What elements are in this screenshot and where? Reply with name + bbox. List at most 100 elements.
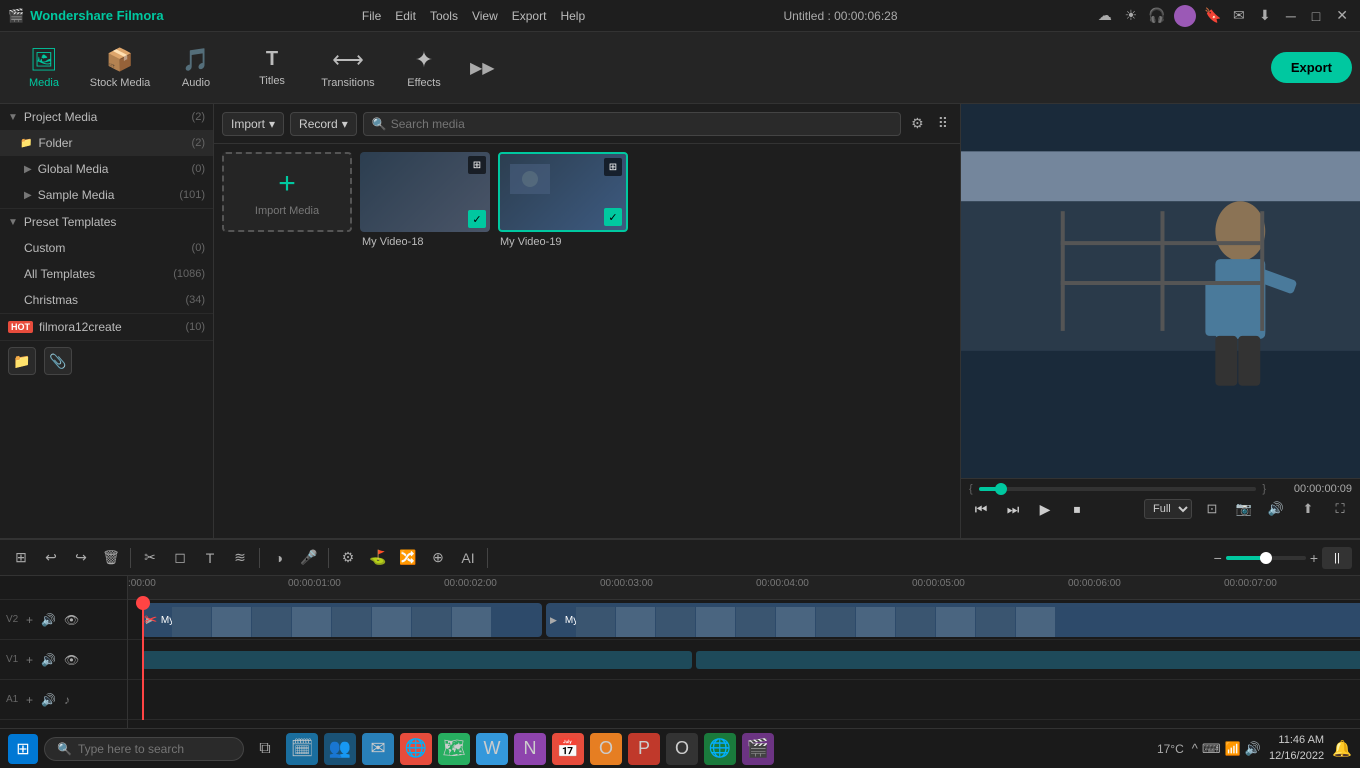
sidebar-item-filmora12[interactable]: HOT filmora12create (10) xyxy=(0,314,213,340)
delete-btn[interactable]: 🗑 xyxy=(98,545,124,571)
color-btn[interactable]: ◑ xyxy=(266,545,292,571)
sidebar-item-christmas[interactable]: Christmas (34) xyxy=(0,287,213,313)
sidebar-item-folder[interactable]: 📁 Folder (2) xyxy=(0,130,213,156)
track-a1-mute[interactable]: 🔊 xyxy=(39,691,58,709)
audio-clip-2[interactable] xyxy=(696,651,1360,669)
start-button[interactable]: ⊞ xyxy=(8,734,38,764)
menu-edit[interactable]: Edit xyxy=(395,9,416,23)
menu-view[interactable]: View xyxy=(472,9,498,23)
track-v1-add[interactable]: + xyxy=(24,651,35,669)
menu-tools[interactable]: Tools xyxy=(430,9,458,23)
maximize-button[interactable]: □ xyxy=(1308,8,1324,24)
track-v1-eye[interactable]: 👁 xyxy=(62,651,81,669)
mail-icon[interactable]: ✉ xyxy=(1230,7,1248,25)
network-icon[interactable]: 📶 xyxy=(1225,741,1241,757)
audio-adjust-btn[interactable]: ≋ xyxy=(227,545,253,571)
pip-button[interactable]: ⊡ xyxy=(1200,497,1224,521)
ai-btn[interactable]: AI xyxy=(455,545,481,571)
list-item[interactable]: ⊞ ✓ My Video-18 xyxy=(360,152,490,530)
track-v2-add[interactable]: + xyxy=(24,611,35,629)
zoom-slider[interactable]: − + xyxy=(1214,550,1318,566)
stabilize-btn[interactable]: ⊕ xyxy=(425,545,451,571)
bookmark-icon[interactable]: 🔖 xyxy=(1204,7,1222,25)
track-v2-mute[interactable]: 🔊 xyxy=(39,611,58,629)
taskbar-app-word[interactable]: W xyxy=(476,733,508,765)
sun-icon[interactable]: ☀ xyxy=(1122,7,1140,25)
media-more-button[interactable]: ⠿ xyxy=(934,113,952,134)
taskbar-app-edge2[interactable]: 🌐 xyxy=(400,733,432,765)
taskbar-app-powerpoint[interactable]: P xyxy=(628,733,660,765)
scrubber-track[interactable] xyxy=(979,487,1257,491)
scene-detect-btn[interactable]: ⊞ xyxy=(8,545,34,571)
menu-export[interactable]: Export xyxy=(512,9,547,23)
clip-video18[interactable]: ▶ My Video-18 xyxy=(142,603,542,637)
notification-icon[interactable]: 🔔 xyxy=(1332,739,1352,759)
track-a1-eye[interactable]: ♪ xyxy=(62,691,72,709)
sidebar-add-btn[interactable]: 📎 xyxy=(44,347,72,375)
play-button[interactable]: ▶ xyxy=(1033,497,1057,521)
taskbar-app-maps[interactable]: 🗺 xyxy=(438,733,470,765)
list-item[interactable]: + Import Media xyxy=(222,152,352,530)
sidebar-item-all-templates[interactable]: All Templates (1086) xyxy=(0,261,213,287)
toolbar-more-btn[interactable]: ▶▶ xyxy=(464,58,501,78)
taskbar-app-opera[interactable]: O xyxy=(666,733,698,765)
scrubber-thumb[interactable] xyxy=(995,483,1007,495)
undo-btn[interactable]: ↩ xyxy=(38,545,64,571)
taskbar-app-outlook[interactable]: O xyxy=(590,733,622,765)
zoom-out-icon[interactable]: − xyxy=(1214,550,1222,566)
volume-button[interactable]: 🔊 xyxy=(1264,497,1288,521)
menu-file[interactable]: File xyxy=(362,9,381,23)
sidebar-item-preset-templates[interactable]: ▼ Preset Templates xyxy=(0,209,213,235)
toolbar-stock-btn[interactable]: 📦 Stock Media xyxy=(84,36,156,100)
skip-back-button[interactable]: ⏮ xyxy=(969,497,993,521)
stop-button[interactable]: ⏹ xyxy=(1065,497,1089,521)
record-button[interactable]: Record ▾ xyxy=(290,112,357,136)
search-media-input[interactable] xyxy=(391,117,892,131)
text-btn[interactable]: T xyxy=(197,545,223,571)
video19-thumb[interactable]: ⊞ ✓ xyxy=(498,152,628,232)
filter-button[interactable]: ⚙ xyxy=(907,113,928,134)
zoom-in-icon[interactable]: + xyxy=(1310,550,1318,566)
cloud-icon[interactable]: ☁ xyxy=(1096,7,1114,25)
sidebar-item-sample-media[interactable]: ▶ Sample Media (101) xyxy=(0,182,213,208)
taskbar-app-onenote[interactable]: N xyxy=(514,733,546,765)
clip-video19[interactable]: ▶ My Video-19 xyxy=(546,603,1360,637)
quality-select[interactable]: Full 1/2 1/4 xyxy=(1144,499,1192,519)
minimize-button[interactable]: ─ xyxy=(1282,8,1300,24)
menu-help[interactable]: Help xyxy=(560,9,585,23)
marker-btn[interactable]: ⛳ xyxy=(365,545,391,571)
list-item[interactable]: ⊞ ✓ My Video-19 xyxy=(498,152,628,530)
taskbar-clock[interactable]: 11:46 AM 12/16/2022 xyxy=(1269,733,1324,764)
taskview-button[interactable]: ⧉ xyxy=(250,734,280,764)
speed-btn[interactable]: ⚙ xyxy=(335,545,361,571)
sidebar-item-project-media[interactable]: ▼ Project Media (2) xyxy=(0,104,213,130)
motion-btn[interactable]: 🔀 xyxy=(395,545,421,571)
taskbar-app-edge[interactable]: 🗓 xyxy=(286,733,318,765)
import-media-thumb[interactable]: + Import Media xyxy=(222,152,352,232)
share-button[interactable]: ⬆ xyxy=(1296,497,1320,521)
import-button[interactable]: Import ▾ xyxy=(222,112,284,136)
taskbar-app-mail[interactable]: ✉ xyxy=(362,733,394,765)
toolbar-media-btn[interactable]: 🖼 Media xyxy=(8,36,80,100)
zoom-thumb[interactable] xyxy=(1260,552,1272,564)
taskbar-app-filmora[interactable]: 🎬 xyxy=(742,733,774,765)
toolbar-effects-btn[interactable]: ✦ Effects xyxy=(388,36,460,100)
redo-btn[interactable]: ↪ xyxy=(68,545,94,571)
chevron-icon[interactable]: ^ xyxy=(1192,741,1198,756)
cut-btn[interactable]: ✂ xyxy=(137,545,163,571)
step-back-button[interactable]: ⏭ xyxy=(1001,497,1025,521)
export-button[interactable]: Export xyxy=(1271,52,1352,83)
screenshot-button[interactable]: 📷 xyxy=(1232,497,1256,521)
volume-icon[interactable]: 🔊 xyxy=(1245,741,1261,757)
close-button[interactable]: ✕ xyxy=(1332,7,1352,24)
track-v2-eye[interactable]: 👁 xyxy=(62,611,81,629)
sidebar-item-global-media[interactable]: ▶ Global Media (0) xyxy=(0,156,213,182)
video18-thumb[interactable]: ⊞ ✓ xyxy=(360,152,490,232)
track-v1-mute[interactable]: 🔊 xyxy=(39,651,58,669)
voice-btn[interactable]: 🎤 xyxy=(296,545,322,571)
track-a1-add[interactable]: + xyxy=(24,691,35,709)
taskbar-search-input[interactable] xyxy=(78,742,218,756)
taskbar-app-teams[interactable]: 👥 xyxy=(324,733,356,765)
crop-btn[interactable]: ◻ xyxy=(167,545,193,571)
audio-clip-1[interactable] xyxy=(142,651,692,669)
